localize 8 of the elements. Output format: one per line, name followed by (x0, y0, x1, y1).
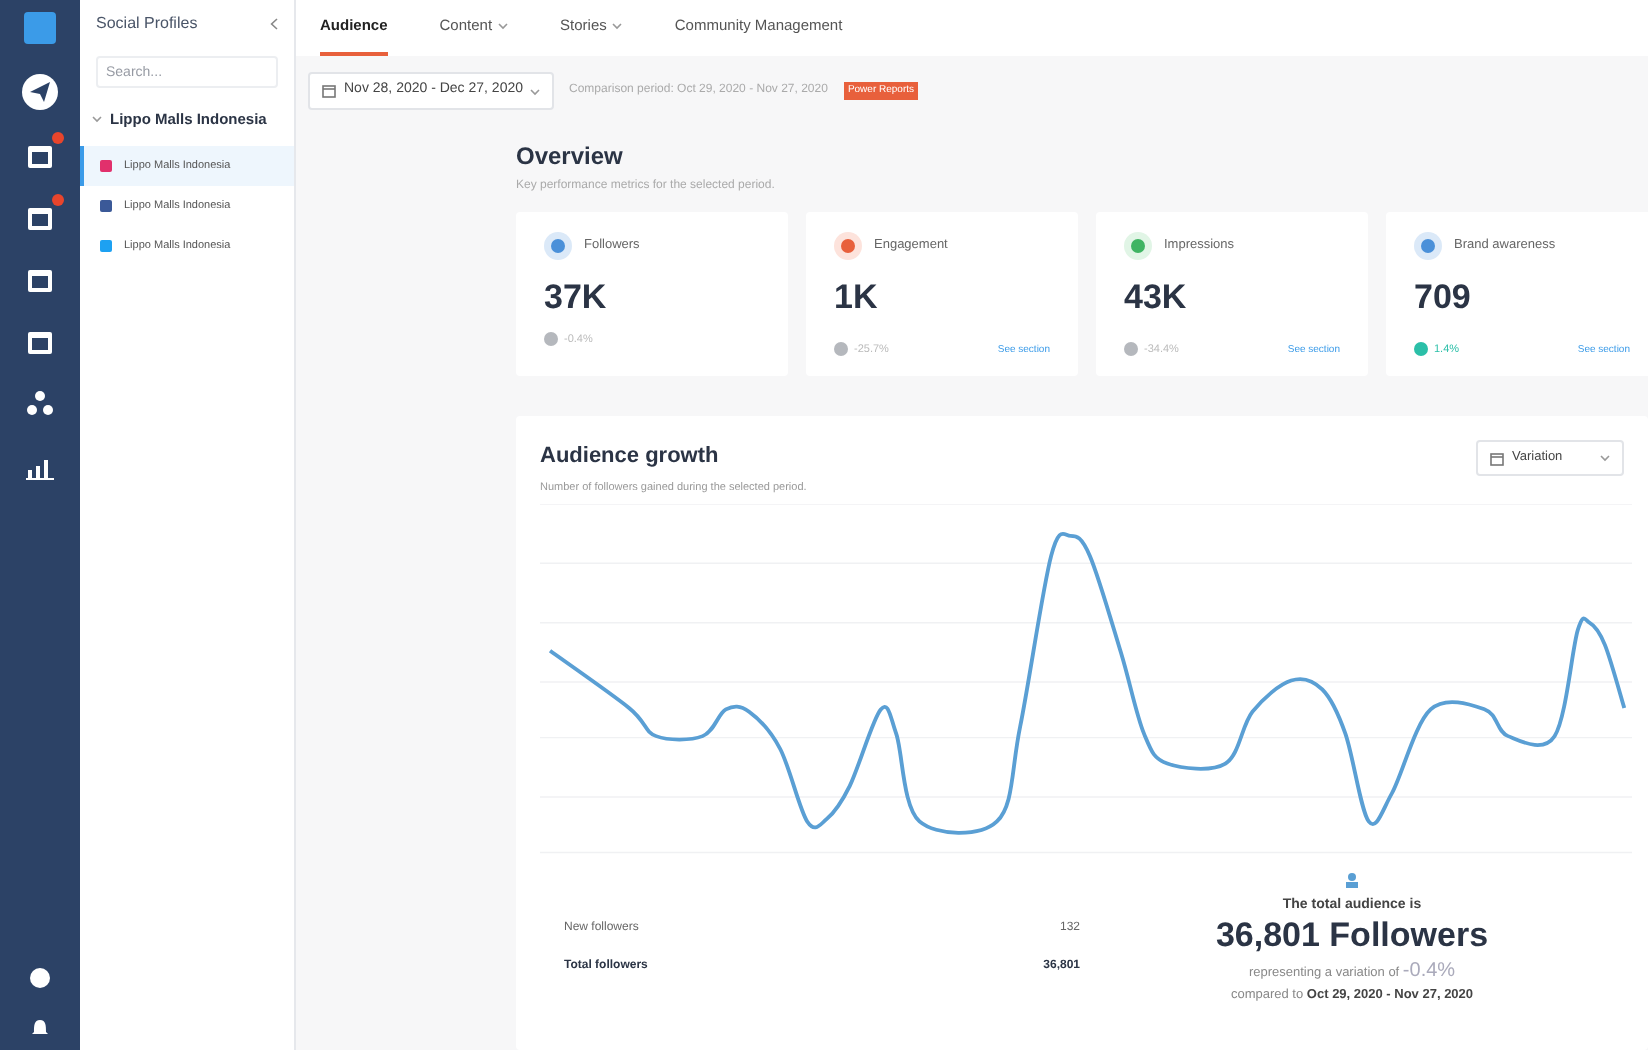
metric-value: 43K (1124, 276, 1189, 320)
overview-title: Overview (516, 140, 625, 174)
audience-total: 36,801 Followers (1215, 916, 1489, 957)
metric-value: 37K (544, 276, 609, 320)
sidebar-title: Social Profiles (96, 12, 198, 36)
metric-value: 1K (834, 276, 880, 320)
metric-value: 709 (1414, 276, 1473, 320)
growth-title: Audience growth (540, 442, 721, 472)
